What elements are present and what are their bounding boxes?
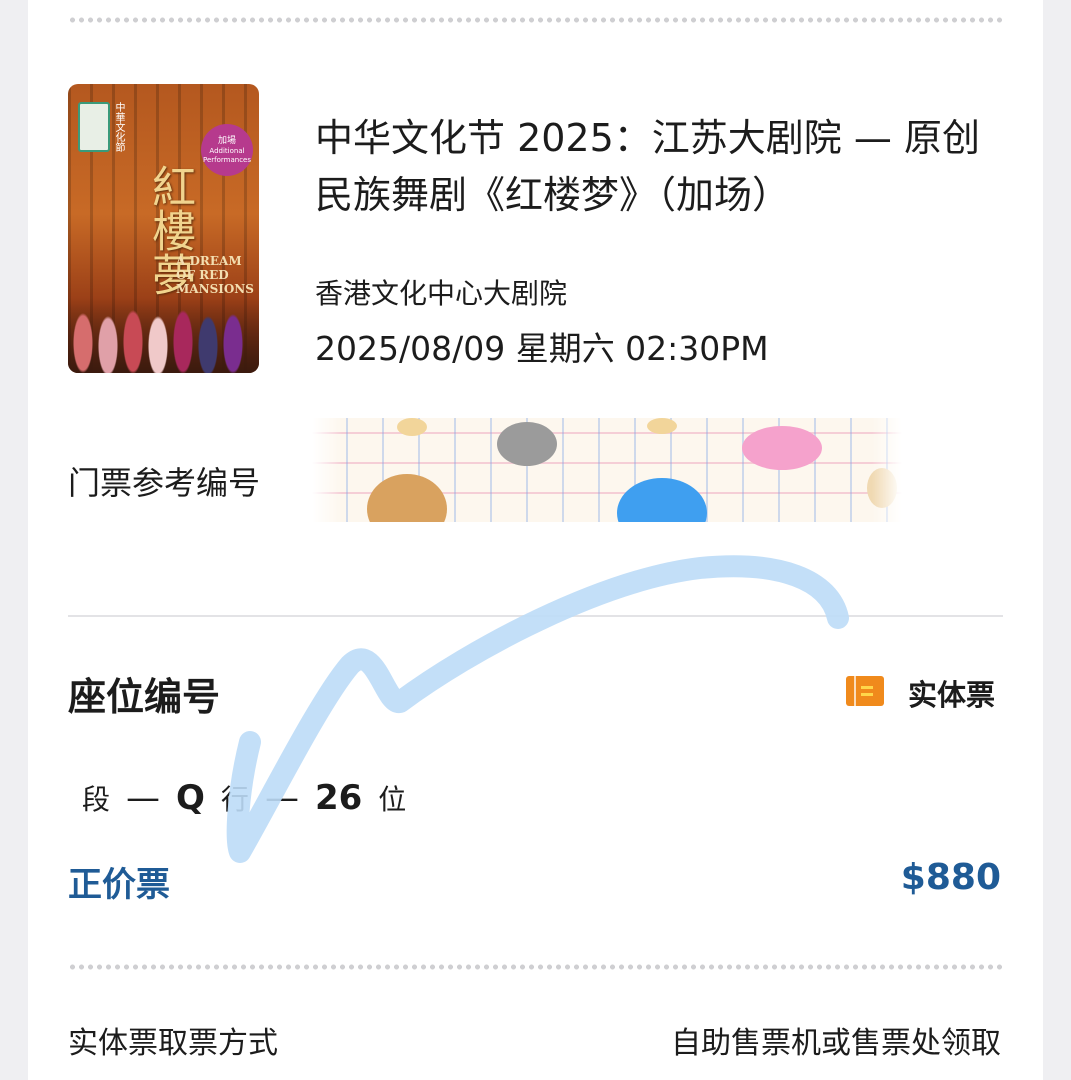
elephant-sticker bbox=[497, 422, 557, 466]
seat-number-value: 26 bbox=[314, 778, 363, 818]
bottom-dotted-divider bbox=[68, 964, 1003, 970]
poster-badge-cn: 加場 bbox=[217, 136, 236, 146]
star-sticker bbox=[647, 418, 677, 434]
pickup-method-label: 实体票取票方式 bbox=[68, 1026, 278, 1061]
poster-badge-en: Additional Performances bbox=[202, 147, 251, 164]
seat-dash: — bbox=[126, 778, 161, 818]
price-amount: $880 bbox=[900, 857, 1001, 898]
top-dotted-divider bbox=[68, 17, 1003, 23]
event-datetime: 2025/08/09 星期六 02:30PM bbox=[315, 329, 769, 368]
event-poster[interactable]: 中華文化節 加場 Additional Performances 紅樓夢 A D… bbox=[68, 84, 259, 373]
poster-badge: 加場 Additional Performances bbox=[201, 124, 253, 176]
event-venue: 香港文化中心大剧院 bbox=[315, 277, 568, 310]
section-divider bbox=[68, 615, 1003, 617]
star-sticker bbox=[397, 418, 427, 436]
event-title: 中华文化节 2025：江苏大剧院 — 原创民族舞剧《红楼梦》（加场） bbox=[315, 116, 980, 217]
seat-number-suffix: 位 bbox=[378, 783, 407, 816]
seat-dash: — bbox=[264, 778, 299, 818]
seat-row-value: Q bbox=[176, 778, 205, 818]
cookie-sticker bbox=[867, 468, 897, 508]
reference-label: 门票参考编号 bbox=[68, 464, 261, 502]
ticket-icon bbox=[846, 676, 884, 706]
seat-row-suffix: 行 bbox=[220, 783, 249, 816]
poster-dancers bbox=[68, 298, 259, 373]
seat-section-title: 座位编号 bbox=[68, 675, 221, 719]
poster-org-text: 中華文化節 bbox=[113, 102, 124, 152]
festival-logo bbox=[78, 102, 110, 152]
pink-sticker bbox=[742, 426, 822, 470]
ticket-type-label: 实体票 bbox=[908, 678, 996, 712]
reference-cover-sticker bbox=[312, 418, 902, 548]
poster-title-en: A DREAM OF RED MANSIONS bbox=[176, 254, 254, 296]
price-type-label: 正价票 bbox=[68, 865, 170, 905]
seat-number-row: 段 — Q 行 — 26 位 bbox=[82, 778, 406, 818]
pickup-method-value: 自助售票机或售票处领取 bbox=[671, 1026, 1001, 1061]
seat-section-suffix: 段 bbox=[82, 783, 111, 816]
